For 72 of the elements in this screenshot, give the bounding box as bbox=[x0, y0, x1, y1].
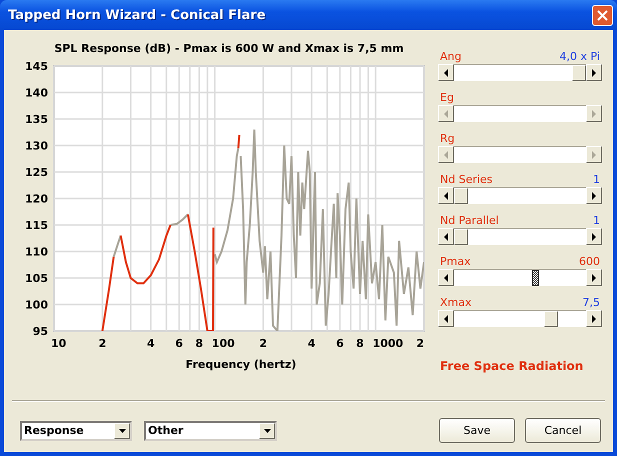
close-icon bbox=[597, 10, 608, 20]
scroll-left-button[interactable] bbox=[438, 228, 454, 245]
x-tick-label: 100 bbox=[212, 337, 235, 350]
slider-value: 7,5 bbox=[582, 296, 600, 308]
right-arrow-icon bbox=[592, 68, 596, 76]
x-tick-label: 2 bbox=[259, 337, 268, 350]
y-tick-label: 95 bbox=[32, 325, 48, 338]
left-arrow-icon bbox=[444, 232, 448, 240]
x-tick-label: 6 bbox=[175, 337, 183, 350]
right-arrow-icon bbox=[592, 314, 596, 322]
dropdown[interactable]: Other bbox=[144, 420, 277, 440]
cancel-button[interactable]: Cancel bbox=[525, 418, 601, 443]
y-tick-label: 130 bbox=[25, 140, 48, 152]
y-tick-label: 135 bbox=[25, 113, 48, 126]
y-tick-label: 110 bbox=[25, 246, 48, 258]
right-arrow-icon bbox=[592, 110, 596, 118]
left-arrow-icon bbox=[444, 274, 448, 282]
y-tick-label: 120 bbox=[25, 192, 48, 206]
left-arrow-icon bbox=[444, 110, 448, 118]
right-arrow-icon bbox=[592, 274, 596, 282]
dropdown-arrow-icon bbox=[118, 428, 126, 432]
y-tick-label: 140 bbox=[25, 86, 48, 100]
scroll-right-button[interactable] bbox=[586, 187, 602, 204]
right-arrow-icon bbox=[592, 192, 596, 200]
y-tick-label: 100 bbox=[25, 298, 48, 312]
scroll-right-button[interactable] bbox=[586, 310, 602, 327]
slider-value: 1 bbox=[593, 214, 600, 226]
scroll-right-button[interactable] bbox=[586, 64, 602, 81]
left-arrow-icon bbox=[444, 192, 448, 200]
slider-value: 1 bbox=[593, 172, 600, 186]
slider-label: Eg bbox=[440, 90, 454, 104]
x-tick-label: 6 bbox=[336, 337, 344, 350]
slider-label: Ang bbox=[440, 50, 462, 62]
x-tick-label: 1000 bbox=[372, 337, 404, 350]
save-button[interactable]: Save bbox=[439, 418, 515, 443]
radiation-mode-label: Free Space Radiation bbox=[440, 359, 584, 373]
left-arrow-icon bbox=[444, 314, 448, 322]
y-tick-label: 125 bbox=[25, 166, 48, 179]
scroll-left-button[interactable] bbox=[438, 310, 454, 327]
scroll-left-button[interactable] bbox=[438, 269, 454, 286]
dropdown-arrow-icon bbox=[264, 428, 270, 432]
slider-label: Pmax bbox=[440, 254, 471, 268]
scroll-right-button[interactable] bbox=[586, 269, 602, 286]
slider-label: Xmax bbox=[440, 296, 472, 308]
x-tick-label: 8 bbox=[195, 337, 204, 350]
slider-thumb[interactable] bbox=[532, 270, 538, 286]
slider-label: Nd Series bbox=[440, 172, 493, 186]
slider-value: 600 bbox=[579, 254, 600, 268]
y-tick-label: 145 bbox=[25, 60, 48, 73]
slider-value: 4,0 x Pi bbox=[560, 50, 600, 62]
x-tick-label: 4 bbox=[308, 337, 316, 350]
slider-label: Rg bbox=[440, 132, 455, 144]
close-button[interactable] bbox=[592, 4, 613, 26]
right-arrow-icon bbox=[592, 150, 596, 158]
scroll-left-button[interactable] bbox=[438, 187, 454, 204]
x-tick-label: 2 bbox=[98, 337, 106, 350]
chart-title: SPL Response (dB) - Pmax is 600 W and Xmax is 7,5 mm bbox=[54, 42, 404, 55]
left-arrow-icon bbox=[444, 150, 448, 158]
x-tick-label: 2 bbox=[416, 337, 424, 350]
scroll-right-button[interactable] bbox=[586, 228, 602, 245]
y-tick-label: 115 bbox=[25, 219, 48, 232]
dropdown[interactable]: Response bbox=[20, 420, 132, 440]
x-tick-label: 8 bbox=[356, 337, 364, 350]
right-arrow-icon bbox=[592, 232, 596, 240]
x-axis-label: Frequency (hertz) bbox=[186, 358, 296, 371]
window-title: Tapped Horn Wizard - Conical Flare bbox=[8, 8, 266, 22]
slider-label: Nd Parallel bbox=[440, 214, 499, 226]
x-tick-label: 10 bbox=[51, 337, 66, 350]
y-tick-label: 105 bbox=[25, 272, 48, 285]
x-tick-label: 4 bbox=[146, 337, 155, 350]
left-arrow-icon bbox=[444, 68, 448, 76]
scroll-left-button[interactable] bbox=[438, 64, 454, 81]
